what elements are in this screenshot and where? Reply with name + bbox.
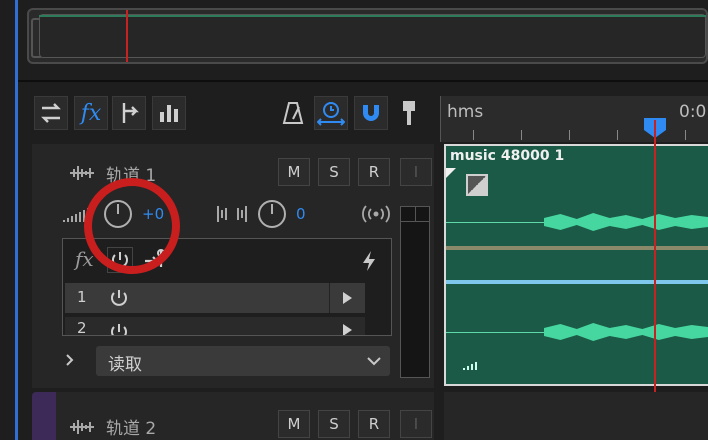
send-view-button[interactable]	[112, 96, 146, 130]
metronome-button[interactable]	[276, 96, 310, 130]
track-1-solo-button[interactable]: S	[318, 158, 350, 186]
effect-slot[interactable]: 2	[65, 317, 365, 335]
metronome-icon	[282, 102, 304, 124]
track-2-solo-button[interactable]: S	[318, 410, 350, 438]
pin-icon	[403, 101, 415, 125]
track-2-mute-button[interactable]: M	[278, 410, 310, 438]
slot-divider	[329, 283, 330, 313]
power-icon[interactable]	[107, 320, 131, 335]
eq-view-button[interactable]	[152, 96, 186, 130]
clip-signal-icon	[463, 362, 477, 370]
navigator-range[interactable]	[39, 14, 706, 58]
meter-divider	[401, 221, 429, 222]
lightning-icon[interactable]	[359, 249, 379, 273]
fx-icon: fx	[80, 100, 102, 126]
pan-value[interactable]: 0	[296, 205, 306, 223]
channel-separator	[446, 280, 708, 284]
snap-button[interactable]	[354, 96, 388, 130]
fade-in-handle[interactable]	[446, 168, 456, 178]
ruler-unit-label: hms	[447, 102, 484, 122]
loop-playback-button[interactable]	[314, 96, 348, 130]
pan-icon	[217, 206, 247, 222]
magnet-icon	[363, 105, 379, 121]
bar-chart-icon	[160, 105, 178, 122]
ruler-tick	[521, 130, 522, 140]
waveform-icon	[70, 420, 94, 434]
slot-number: 1	[77, 288, 87, 306]
loop-clock-icon	[317, 102, 345, 126]
ruler-tick	[617, 130, 618, 140]
ruler-tick	[569, 130, 570, 140]
automation-mode-value: 读取	[108, 355, 142, 375]
navigator-playhead	[126, 10, 128, 62]
clip-gain-icon[interactable]	[466, 174, 488, 196]
marker-button[interactable]	[392, 96, 426, 130]
meter-divider	[415, 207, 416, 221]
output-broadcast-icon[interactable]	[360, 204, 392, 224]
track-2-color-strip	[32, 392, 56, 440]
swap-view-button[interactable]	[34, 96, 68, 130]
swap-arrows-icon	[41, 103, 61, 123]
toolbar-divider	[18, 80, 708, 82]
automation-mode-dropdown[interactable]: 读取	[96, 346, 390, 376]
effect-slot[interactable]: 1	[65, 283, 365, 313]
panel-edge	[15, 0, 18, 440]
annotation-circle	[84, 178, 180, 274]
ruler-tick	[685, 130, 686, 140]
waveform-channel-1	[544, 213, 708, 231]
clip-name[interactable]: music 48000 1	[450, 148, 564, 164]
track-1-level-meter	[400, 206, 430, 378]
waveform-icon	[70, 166, 94, 180]
waveform-channel-2	[544, 323, 708, 341]
expand-chevron-icon[interactable]	[64, 352, 76, 368]
track-2-name[interactable]: 轨道 2	[106, 414, 156, 439]
track-2-input-button[interactable]: I	[400, 410, 432, 438]
track-1-mute-button[interactable]: M	[278, 158, 310, 186]
slot-number: 2	[77, 319, 87, 335]
ruler-time-label: 0:0	[679, 102, 707, 122]
timeline-ruler[interactable]: hms 0:0	[440, 96, 708, 142]
power-icon[interactable]	[107, 286, 131, 310]
fx-view-button[interactable]: fx	[74, 96, 108, 130]
ruler-tick	[473, 130, 474, 140]
volume-envelope[interactable]	[446, 246, 708, 250]
track-2-lane[interactable]	[444, 392, 708, 440]
overview-navigator[interactable]	[27, 8, 708, 64]
track-1-record-button[interactable]: R	[358, 158, 390, 186]
play-triangle-icon[interactable]	[341, 291, 353, 305]
send-icon	[122, 103, 139, 123]
pan-knob[interactable]	[258, 200, 286, 228]
audio-clip[interactable]: music 48000 1	[444, 144, 708, 386]
track-1-input-button[interactable]: I	[400, 158, 432, 186]
navigator-clip-line	[39, 15, 706, 17]
play-triangle-icon[interactable]	[341, 323, 353, 335]
track-2-record-button[interactable]: R	[358, 410, 390, 438]
chevron-down-icon	[367, 357, 381, 366]
